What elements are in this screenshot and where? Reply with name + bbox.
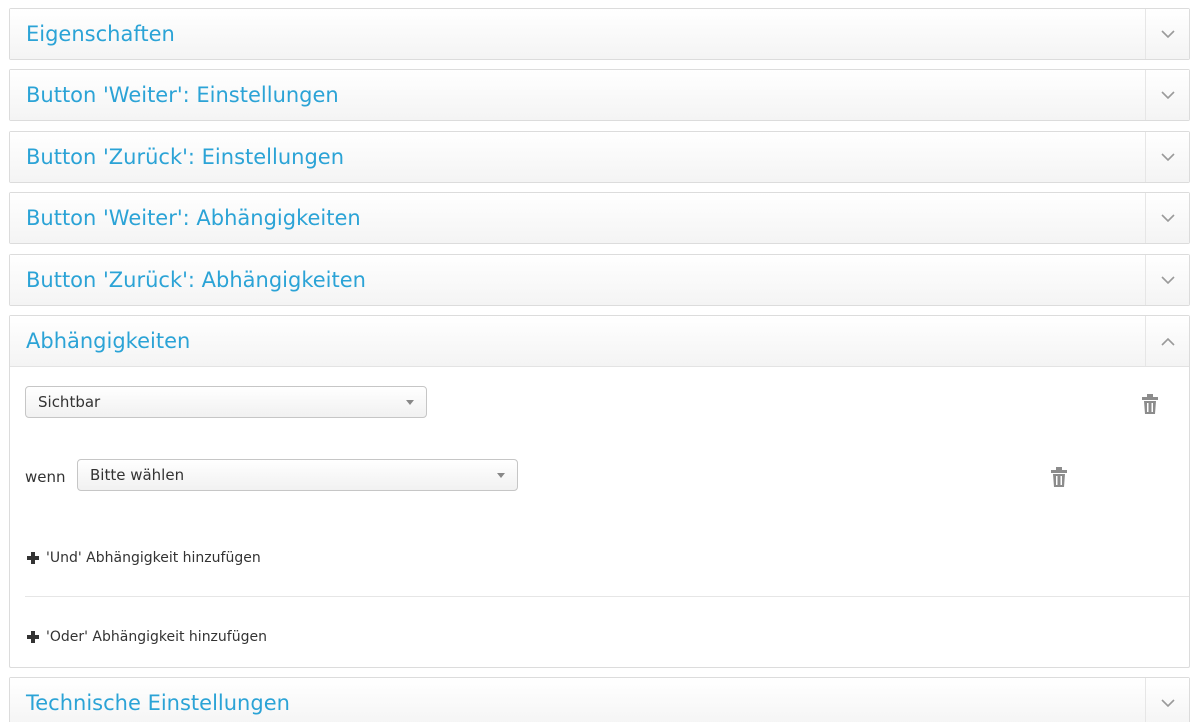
- chevron-down-icon[interactable]: [1145, 132, 1189, 182]
- panel-weiter-abhaengigkeiten: Button 'Weiter': Abhängigkeiten: [9, 192, 1190, 244]
- panel-zurueck-abhaengigkeiten: Button 'Zurück': Abhängigkeiten: [9, 254, 1190, 306]
- chevron-down-icon[interactable]: [1145, 9, 1189, 59]
- chevron-down-icon[interactable]: [1145, 193, 1189, 243]
- panel-header-zurueck-abhaengigkeiten[interactable]: Button 'Zurück': Abhängigkeiten: [10, 255, 1189, 305]
- panel-weiter-einstellungen: Button 'Weiter': Einstellungen: [9, 69, 1190, 121]
- chevron-down-icon[interactable]: [1145, 70, 1189, 120]
- plus-icon: [27, 552, 39, 564]
- add-or-label: 'Oder' Abhängigkeit hinzufügen: [46, 629, 267, 645]
- panel-eigenschaften: Eigenschaften: [9, 8, 1190, 60]
- condition-select-value: Bitte wählen: [90, 466, 185, 484]
- chevron-down-icon[interactable]: [1145, 678, 1189, 722]
- plus-icon: [27, 631, 39, 643]
- panel-title: Abhängigkeiten: [26, 329, 191, 353]
- chevron-down-icon[interactable]: [1145, 255, 1189, 305]
- add-and-dependency-link[interactable]: 'Und' Abhängigkeit hinzufügen: [25, 548, 261, 568]
- panel-title: Button 'Zurück': Abhängigkeiten: [26, 268, 366, 292]
- properties-accordion: Eigenschaften Button 'Weiter': Einstellu…: [0, 0, 1201, 722]
- panel-title: Button 'Weiter': Abhängigkeiten: [26, 206, 361, 230]
- visibility-select[interactable]: Sichtbar: [25, 386, 427, 418]
- panel-header-weiter-einstellungen[interactable]: Button 'Weiter': Einstellungen: [10, 70, 1189, 120]
- add-and-label: 'Und' Abhängigkeit hinzufügen: [46, 550, 261, 566]
- panel-header-technische-einstellungen[interactable]: Technische Einstellungen: [10, 678, 1189, 722]
- panel-technische-einstellungen: Technische Einstellungen: [9, 677, 1190, 722]
- trash-icon[interactable]: [1141, 394, 1161, 416]
- dependencies-body: Sichtbar wenn Bitte wählen 'Und' Abhängi…: [10, 366, 1189, 668]
- trash-icon[interactable]: [1050, 467, 1070, 489]
- panel-header-weiter-abhaengigkeiten[interactable]: Button 'Weiter': Abhängigkeiten: [10, 193, 1189, 243]
- panel-title: Button 'Zurück': Einstellungen: [26, 145, 345, 169]
- add-or-dependency-link[interactable]: 'Oder' Abhängigkeit hinzufügen: [25, 627, 267, 647]
- condition-select[interactable]: Bitte wählen: [77, 459, 518, 491]
- panel-header-eigenschaften[interactable]: Eigenschaften: [10, 9, 1189, 59]
- divider: [25, 596, 1189, 597]
- condition-label: wenn: [25, 468, 66, 486]
- panel-abhaengigkeiten: Abhängigkeiten Sichtbar wenn Bitte wähle…: [9, 315, 1190, 668]
- dropdown-arrow-icon: [497, 473, 505, 478]
- panel-title: Eigenschaften: [26, 22, 175, 46]
- panel-header-zurueck-einstellungen[interactable]: Button 'Zurück': Einstellungen: [10, 132, 1189, 182]
- visibility-select-value: Sichtbar: [38, 393, 101, 411]
- dropdown-arrow-icon: [406, 400, 414, 405]
- chevron-up-icon[interactable]: [1145, 316, 1189, 366]
- panel-zurueck-einstellungen: Button 'Zurück': Einstellungen: [9, 131, 1190, 183]
- panel-header-abhaengigkeiten[interactable]: Abhängigkeiten: [10, 316, 1189, 366]
- panel-title: Technische Einstellungen: [26, 691, 290, 715]
- panel-title: Button 'Weiter': Einstellungen: [26, 83, 339, 107]
